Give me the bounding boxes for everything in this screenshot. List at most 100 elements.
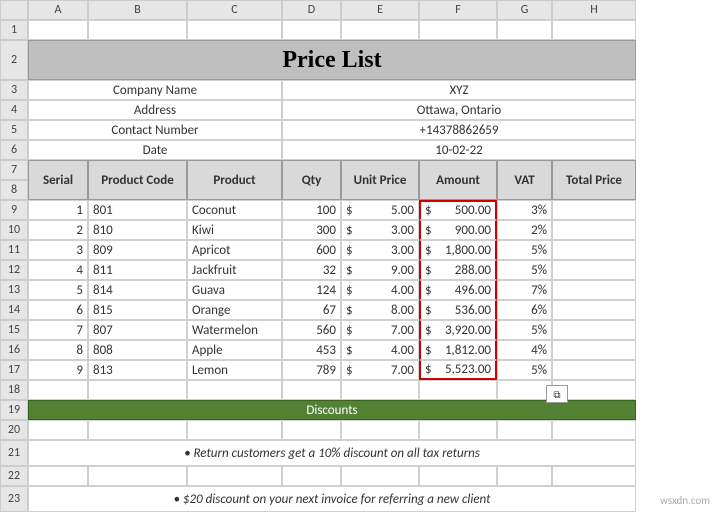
cell-unit-price[interactable]: $9.00 <box>341 260 419 280</box>
cell-amount[interactable]: $900.00 <box>419 220 497 240</box>
cell-blank[interactable] <box>552 466 636 486</box>
cell-vat[interactable]: 2% <box>497 220 552 240</box>
cell-blank[interactable] <box>282 20 341 40</box>
row-header-10[interactable]: 10 <box>0 220 28 240</box>
cell-blank[interactable] <box>419 20 497 40</box>
cell-vat[interactable]: 5% <box>497 360 552 380</box>
cell-amount[interactable]: $288.00 <box>419 260 497 280</box>
row-header-6[interactable]: 6 <box>0 140 28 160</box>
cell-total-price[interactable] <box>552 280 636 300</box>
cell-amount[interactable]: $500.00 <box>419 200 497 220</box>
cell-code[interactable]: 808 <box>88 340 187 360</box>
cell-blank[interactable] <box>497 380 552 400</box>
cell-total-price[interactable] <box>552 300 636 320</box>
cell-qty[interactable]: 67 <box>282 300 341 320</box>
cell-unit-price[interactable]: $3.00 <box>341 220 419 240</box>
cell-code[interactable]: 811 <box>88 260 187 280</box>
cell-blank[interactable] <box>497 420 552 440</box>
cell-code[interactable]: 801 <box>88 200 187 220</box>
row-header-22[interactable]: 22 <box>0 466 28 486</box>
cell-product[interactable]: Kiwi <box>187 220 282 240</box>
cell-product[interactable]: Jackfruit <box>187 260 282 280</box>
cell-blank[interactable] <box>552 420 636 440</box>
cell-code[interactable]: 813 <box>88 360 187 380</box>
row-header-13[interactable]: 13 <box>0 280 28 300</box>
row-header-4[interactable]: 4 <box>0 100 28 120</box>
row-header-7[interactable]: 7 <box>0 160 28 180</box>
cell-serial[interactable]: 6 <box>28 300 88 320</box>
cell-code[interactable]: 815 <box>88 300 187 320</box>
cell-blank[interactable] <box>552 20 636 40</box>
row-header-16[interactable]: 16 <box>0 340 28 360</box>
row-header-11[interactable]: 11 <box>0 240 28 260</box>
select-all-corner[interactable] <box>0 0 28 20</box>
cell-blank[interactable] <box>282 380 341 400</box>
cell-serial[interactable]: 8 <box>28 340 88 360</box>
row-header-19[interactable]: 19 <box>0 400 28 420</box>
cell-qty[interactable]: 300 <box>282 220 341 240</box>
cell-blank[interactable] <box>282 466 341 486</box>
row-header-14[interactable]: 14 <box>0 300 28 320</box>
cell-amount[interactable]: $1,800.00 <box>419 240 497 260</box>
cell-blank[interactable] <box>419 420 497 440</box>
cell-blank[interactable] <box>419 380 497 400</box>
col-header-E[interactable]: E <box>341 0 419 20</box>
cell-blank[interactable] <box>28 420 88 440</box>
row-header-12[interactable]: 12 <box>0 260 28 280</box>
cell-product[interactable]: Coconut <box>187 200 282 220</box>
row-header-9[interactable]: 9 <box>0 200 28 220</box>
cell-serial[interactable]: 9 <box>28 360 88 380</box>
cell-total-price[interactable] <box>552 340 636 360</box>
cell-total-price[interactable] <box>552 360 636 380</box>
cell-blank[interactable] <box>419 466 497 486</box>
cell-serial[interactable]: 1 <box>28 200 88 220</box>
cell-blank[interactable] <box>88 380 187 400</box>
cell-total-price[interactable] <box>552 320 636 340</box>
cell-blank[interactable] <box>187 380 282 400</box>
cell-amount[interactable]: $536.00 <box>419 300 497 320</box>
cell-code[interactable]: 807 <box>88 320 187 340</box>
col-header-H[interactable]: H <box>552 0 636 20</box>
row-header-21[interactable]: 21 <box>0 440 28 466</box>
cell-unit-price[interactable]: $3.00 <box>341 240 419 260</box>
cell-serial[interactable]: 5 <box>28 280 88 300</box>
cell-qty[interactable]: 32 <box>282 260 341 280</box>
cell-serial[interactable]: 7 <box>28 320 88 340</box>
cell-blank[interactable] <box>187 420 282 440</box>
col-header-G[interactable]: G <box>497 0 552 20</box>
cell-product[interactable]: Apricot <box>187 240 282 260</box>
cell-amount[interactable]: $5,523.00 <box>419 360 497 380</box>
cell-code[interactable]: 814 <box>88 280 187 300</box>
cell-unit-price[interactable]: $8.00 <box>341 300 419 320</box>
cell-total-price[interactable] <box>552 220 636 240</box>
row-header-17[interactable]: 17 <box>0 360 28 380</box>
cell-unit-price[interactable]: $4.00 <box>341 280 419 300</box>
cell-blank[interactable] <box>341 380 419 400</box>
cell-serial[interactable]: 2 <box>28 220 88 240</box>
row-header-1[interactable]: 1 <box>0 20 28 40</box>
cell-total-price[interactable] <box>552 200 636 220</box>
cell-qty[interactable]: 789 <box>282 360 341 380</box>
cell-unit-price[interactable]: $7.00 <box>341 360 419 380</box>
cell-vat[interactable]: 7% <box>497 280 552 300</box>
cell-qty[interactable]: 560 <box>282 320 341 340</box>
cell-blank[interactable] <box>282 420 341 440</box>
cell-blank[interactable] <box>497 466 552 486</box>
row-header-2[interactable]: 2 <box>0 40 28 80</box>
cell-code[interactable]: 809 <box>88 240 187 260</box>
cell-blank[interactable] <box>187 20 282 40</box>
cell-amount[interactable]: $3,920.00 <box>419 320 497 340</box>
row-header-8[interactable]: 8 <box>0 180 28 200</box>
cell-blank[interactable] <box>187 466 282 486</box>
cell-amount[interactable]: $496.00 <box>419 280 497 300</box>
cell-vat[interactable]: 6% <box>497 300 552 320</box>
cell-blank[interactable] <box>88 20 187 40</box>
cell-vat[interactable]: 4% <box>497 340 552 360</box>
cell-blank[interactable] <box>28 466 88 486</box>
cell-product[interactable]: Lemon <box>187 360 282 380</box>
row-header-23[interactable]: 23 <box>0 486 28 512</box>
cell-blank[interactable] <box>341 420 419 440</box>
row-header-18[interactable]: 18 <box>0 380 28 400</box>
col-header-A[interactable]: A <box>28 0 88 20</box>
cell-blank[interactable] <box>341 466 419 486</box>
